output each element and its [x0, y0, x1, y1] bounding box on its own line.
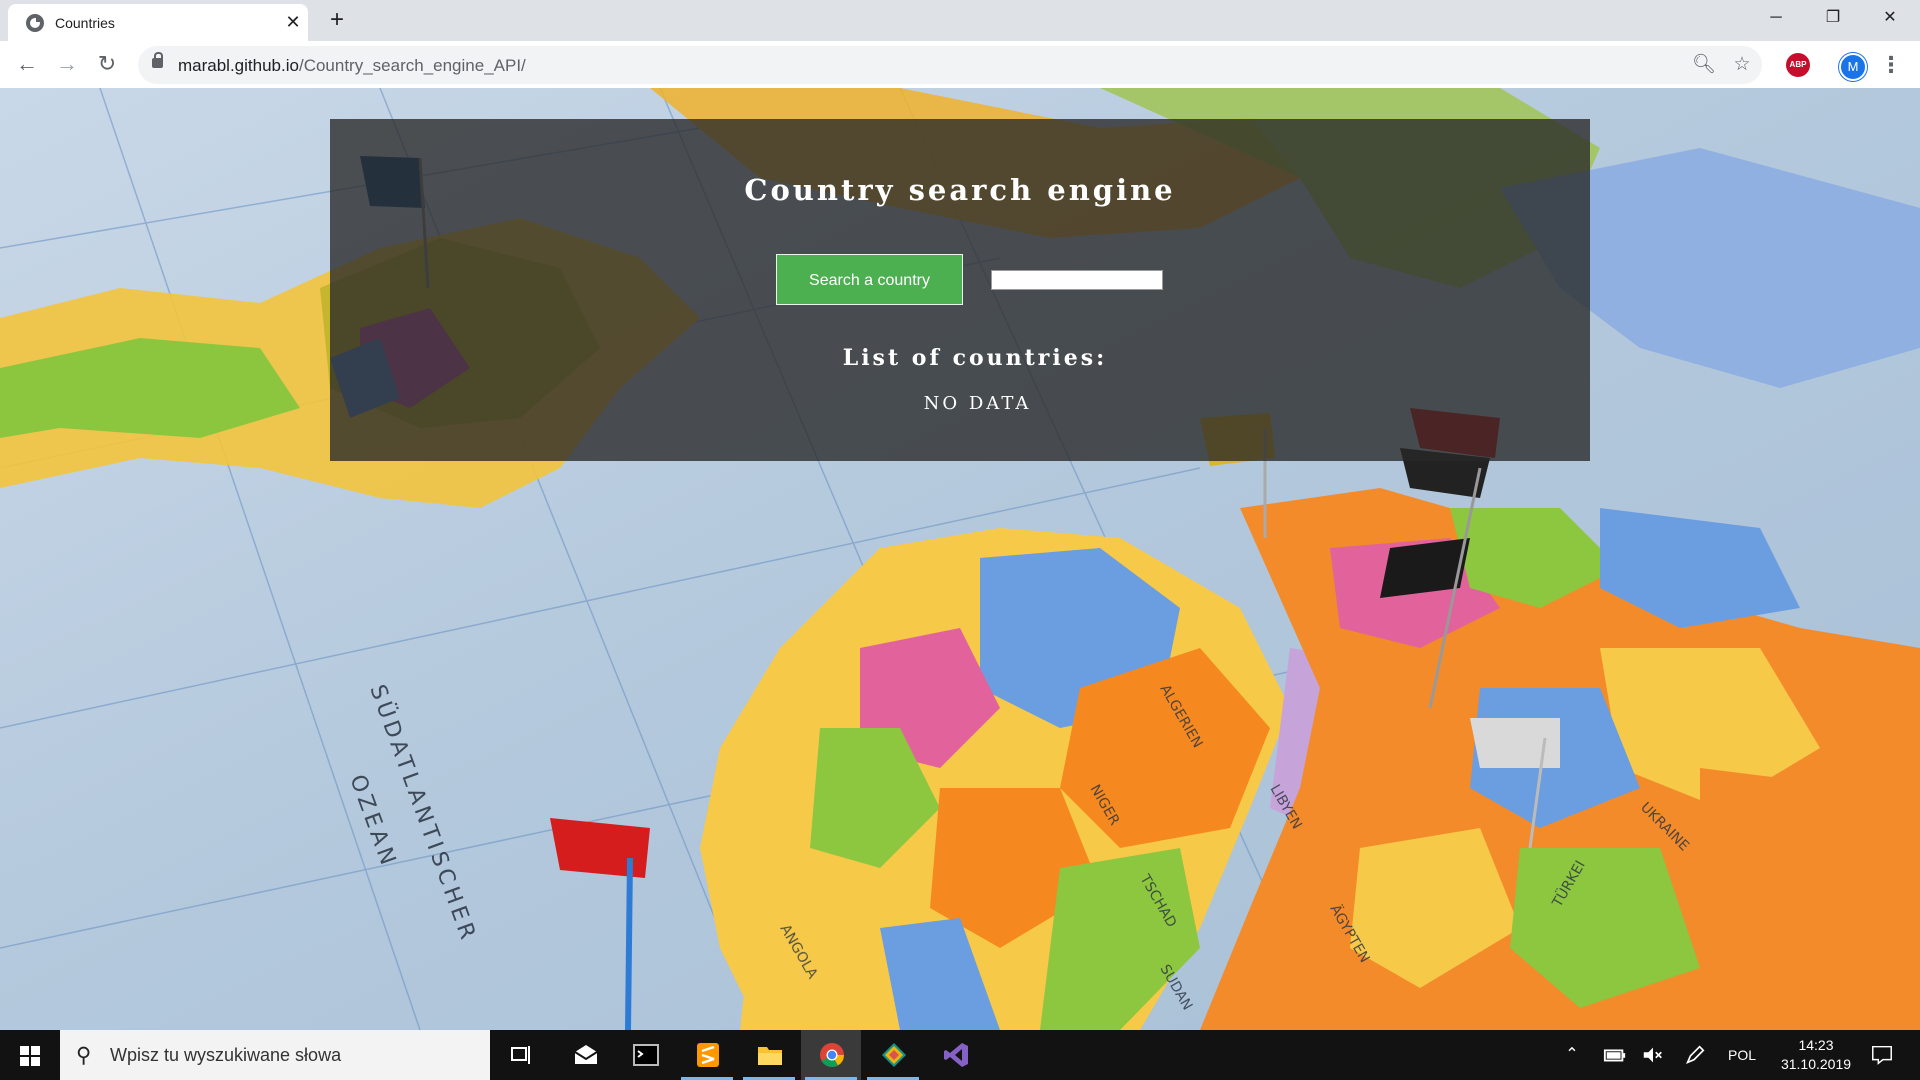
system-clock[interactable]: 14:23 31.10.2019 — [1766, 1036, 1866, 1074]
url-path: /Country_search_engine_API/ — [298, 56, 526, 75]
language-indicator[interactable]: POL — [1722, 1030, 1762, 1080]
search-panel: Country search engine Search a country L… — [330, 119, 1590, 461]
volume-muted-icon[interactable] — [1638, 1030, 1668, 1080]
taskbar-terminal[interactable] — [615, 1030, 675, 1080]
countries-list-empty: NO DATA — [923, 393, 1032, 414]
back-button[interactable]: ← — [13, 50, 41, 78]
bookmark-star-icon[interactable]: ☆ — [1730, 53, 1754, 77]
clock-time: 14:23 — [1798, 1037, 1834, 1053]
zoom-magnifier-icon[interactable]: 🔍︎ — [1692, 53, 1716, 77]
country-search-input[interactable] — [991, 270, 1163, 290]
url-host: marabl.github.io — [178, 56, 299, 75]
windows-logo-icon — [20, 1046, 40, 1066]
browser-tab[interactable]: Countries ✕ — [8, 4, 308, 41]
clock-date: 31.10.2019 — [1780, 1056, 1852, 1072]
taskbar-gitkraken[interactable] — [863, 1030, 923, 1080]
show-hidden-icons-chevron[interactable]: ⌃ — [1560, 1030, 1584, 1080]
address-bar[interactable]: marabl.github.io/Country_search_engine_A… — [138, 46, 1762, 84]
browser-tab-strip: Countries ✕ + ─ ❐ ✕ — [0, 0, 1920, 41]
profile-avatar[interactable]: M — [1839, 53, 1867, 81]
task-view-icon — [511, 1046, 530, 1064]
battery-icon[interactable] — [1600, 1030, 1630, 1080]
lock-icon[interactable] — [152, 52, 163, 68]
folder-icon — [758, 1047, 782, 1065]
url-text[interactable]: marabl.github.io/Country_search_engine_A… — [178, 56, 526, 76]
visual-studio-icon — [944, 1043, 968, 1067]
forward-button[interactable]: → — [53, 50, 81, 78]
taskbar-mail[interactable] — [555, 1030, 615, 1080]
windows-taskbar: ⚲ Wpisz tu wyszukiwane słowa ⌃ POL 14:23… — [0, 1030, 1920, 1080]
globe-icon — [26, 14, 44, 32]
reload-button[interactable]: ↻ — [93, 50, 121, 78]
terminal-icon — [633, 1044, 659, 1066]
web-page: SÜDATLANTISCHER OZEAN ALGERIEN NIGER LIB… — [0, 88, 1920, 1030]
adblock-extension-icon[interactable]: ABP — [1786, 53, 1810, 77]
tab-title: Countries — [55, 15, 115, 31]
sublime-text-icon — [697, 1043, 719, 1067]
action-center-icon[interactable] — [1862, 1030, 1902, 1080]
tab-close-icon[interactable]: ✕ — [282, 11, 304, 33]
browser-toolbar: ← → ↻ marabl.github.io/Country_search_en… — [0, 41, 1920, 88]
chrome-icon — [820, 1043, 844, 1068]
taskbar-sublime-text[interactable] — [677, 1030, 737, 1080]
close-window-button[interactable]: ✕ — [1862, 0, 1918, 36]
search-country-button[interactable]: Search a country — [776, 254, 963, 305]
page-title: Country search engine — [744, 173, 1176, 207]
pen-workspace-icon[interactable] — [1680, 1030, 1710, 1080]
taskbar-file-explorer[interactable] — [739, 1030, 799, 1080]
gitkraken-icon — [882, 1043, 906, 1067]
start-button[interactable] — [0, 1030, 60, 1080]
mail-icon — [574, 1045, 598, 1064]
taskbar-visual-studio[interactable] — [925, 1030, 985, 1080]
taskbar-search-box[interactable]: ⚲ Wpisz tu wyszukiwane słowa — [60, 1030, 490, 1080]
minimize-button[interactable]: ─ — [1748, 0, 1804, 36]
new-tab-button[interactable]: + — [324, 8, 350, 34]
task-view-button[interactable] — [490, 1030, 550, 1080]
taskbar-search-placeholder: Wpisz tu wyszukiwane słowa — [110, 1045, 342, 1065]
countries-list-heading: List of countries: — [842, 345, 1108, 371]
restore-button[interactable]: ❐ — [1805, 0, 1861, 36]
search-icon: ⚲ — [76, 1044, 92, 1067]
kebab-menu-icon[interactable]: ⋮ — [1880, 51, 1902, 79]
taskbar-chrome[interactable] — [801, 1030, 861, 1080]
